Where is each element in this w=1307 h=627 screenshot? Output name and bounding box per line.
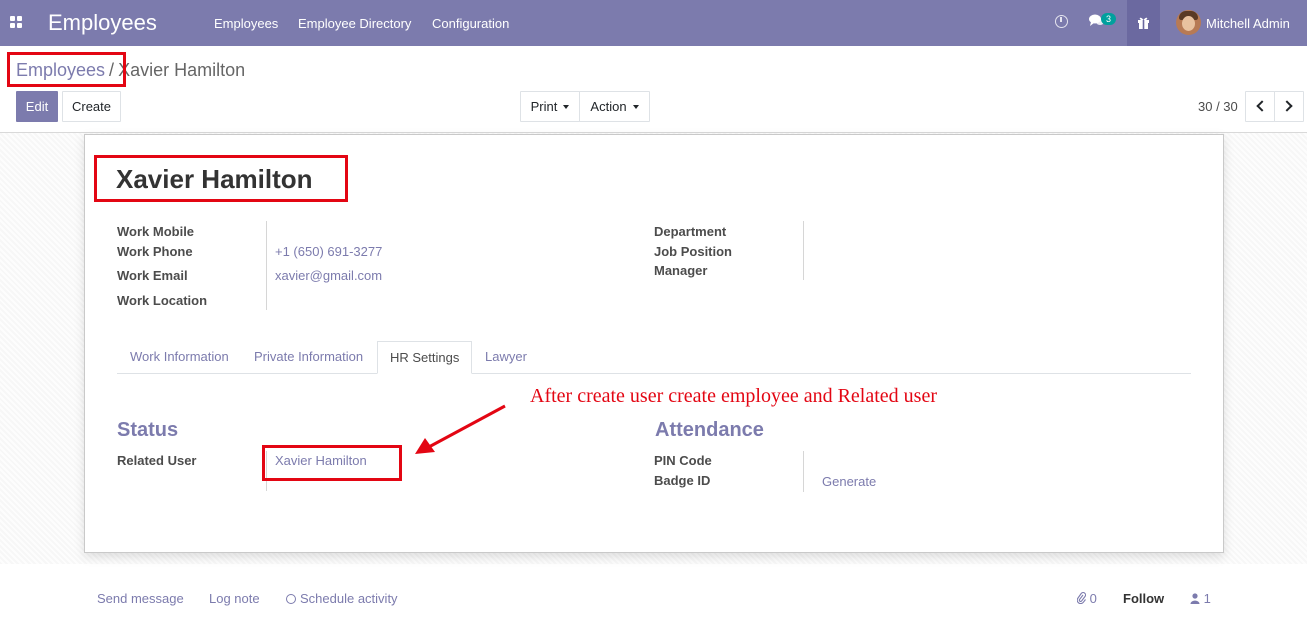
tab-work-information[interactable]: Work Information xyxy=(118,341,241,374)
clock-icon xyxy=(286,594,296,604)
job-position-label: Job Position xyxy=(654,244,732,259)
menu-employees[interactable]: Employees xyxy=(214,16,278,31)
field-divider xyxy=(803,451,804,492)
menu-employee-directory[interactable]: Employee Directory xyxy=(298,16,411,31)
schedule-activity-label: Schedule activity xyxy=(300,591,398,606)
breadcrumb-separator: / xyxy=(109,60,115,80)
print-label: Print xyxy=(530,99,558,114)
work-email-label: Work Email xyxy=(117,268,188,283)
chevron-right-icon xyxy=(1281,100,1293,112)
action-dropdown[interactable]: Action xyxy=(579,91,650,122)
user-icon xyxy=(1190,593,1200,604)
pin-code-label: PIN Code xyxy=(654,453,712,468)
tab-hr-settings[interactable]: HR Settings xyxy=(377,341,473,374)
breadcrumb-employees-link[interactable]: Employees xyxy=(16,60,105,80)
follow-button[interactable]: Follow xyxy=(1123,591,1164,606)
gift-icon xyxy=(1137,15,1150,32)
user-menu[interactable]: Mitchell Admin xyxy=(1206,16,1290,31)
breadcrumb: Employees / Xavier Hamilton xyxy=(16,60,245,81)
pager-next-button[interactable] xyxy=(1274,91,1304,122)
field-divider xyxy=(803,221,804,280)
field-divider xyxy=(266,221,267,310)
followers-button[interactable]: 1 xyxy=(1190,591,1211,606)
paperclip-icon xyxy=(1076,592,1087,605)
caret-down-icon xyxy=(563,105,570,109)
badge-id-label: Badge ID xyxy=(654,473,711,488)
menu-configuration[interactable]: Configuration xyxy=(432,16,509,31)
schedule-activity-button[interactable]: Schedule activity xyxy=(286,591,398,606)
chevron-left-icon xyxy=(1256,100,1268,112)
apps-grid-icon[interactable] xyxy=(10,16,23,29)
work-mobile-label: Work Mobile xyxy=(117,224,195,239)
clock-icon[interactable] xyxy=(1055,15,1068,28)
breadcrumb-current: Xavier Hamilton xyxy=(118,60,246,80)
department-label: Department xyxy=(654,224,727,239)
user-avatar[interactable] xyxy=(1176,10,1201,35)
work-phone-value[interactable]: +1 (650) 691-3277 xyxy=(275,244,382,259)
related-user-label: Related User xyxy=(117,453,197,468)
attachments-count: 0 xyxy=(1089,591,1097,606)
print-dropdown[interactable]: Print xyxy=(520,91,580,122)
generate-badge-link[interactable]: Generate xyxy=(822,474,876,489)
pager-previous-button[interactable] xyxy=(1245,91,1275,122)
work-phone-label: Work Phone xyxy=(117,244,193,259)
followers-count: 1 xyxy=(1203,591,1211,606)
app-title: Employees xyxy=(48,10,157,35)
status-section-title: Status xyxy=(117,419,179,441)
action-label: Action xyxy=(590,99,627,114)
related-user-value[interactable]: Xavier Hamilton xyxy=(275,453,367,468)
work-email-value[interactable]: xavier@gmail.com xyxy=(275,268,382,283)
tab-private-information[interactable]: Private Information xyxy=(242,341,375,374)
create-button[interactable]: Create xyxy=(62,91,121,122)
work-location-label: Work Location xyxy=(117,293,208,308)
chat-count-badge: 3 xyxy=(1101,13,1116,25)
send-message-button[interactable]: Send message xyxy=(97,591,184,606)
annotation-text: After create user create employee and Re… xyxy=(530,385,937,407)
attendance-section-title: Attendance xyxy=(655,419,764,441)
manager-label: Manager xyxy=(654,263,708,278)
annotation-arrow xyxy=(415,404,506,454)
pager-value[interactable]: 30 / 30 xyxy=(1198,99,1238,114)
top-navbar: Employees Employees Employee Directory C… xyxy=(0,0,1307,46)
edit-button[interactable]: Edit xyxy=(16,91,58,122)
caret-down-icon xyxy=(632,105,639,109)
gift-button[interactable] xyxy=(1127,0,1160,46)
log-note-button[interactable]: Log note xyxy=(209,591,260,606)
attachments-button[interactable]: 0 xyxy=(1076,591,1097,606)
tab-lawyer[interactable]: Lawyer xyxy=(473,341,539,374)
employee-name: Xavier Hamilton xyxy=(116,164,313,194)
field-divider xyxy=(266,451,267,491)
